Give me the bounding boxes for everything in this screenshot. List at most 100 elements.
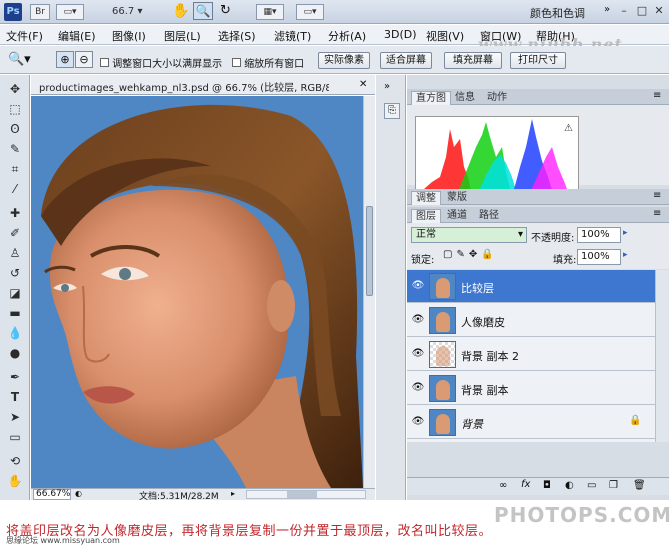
pen-tool-icon[interactable]: ✒ (6, 369, 24, 385)
layers-scrollbar[interactable] (655, 270, 669, 442)
adjustments-panel-menu-icon[interactable]: ≡ (653, 190, 661, 201)
visibility-eye-icon[interactable]: 👁 (411, 279, 425, 293)
lock-all-icon[interactable]: 🔒 (481, 249, 497, 260)
zoom-all-checkbox[interactable] (232, 58, 241, 67)
actual-pixels-button[interactable]: 实际像素 (318, 52, 370, 69)
visibility-eye-icon[interactable]: 👁 (411, 347, 425, 361)
print-size-button[interactable]: 打印尺寸 (510, 52, 566, 69)
add-mask-icon[interactable]: ◘ (543, 480, 551, 491)
workspace-expand-icon[interactable]: » (604, 4, 610, 15)
menu-select[interactable]: 选择(S) (218, 28, 256, 44)
fill-slider-arrow-icon[interactable]: ▸ (623, 250, 628, 260)
resize-windows-checkbox[interactable] (100, 58, 109, 67)
tab-histogram[interactable]: 直方图 (411, 91, 451, 105)
bridge-icon[interactable]: Br (30, 4, 50, 20)
tab-info[interactable]: 信息 (451, 91, 479, 105)
new-group-icon[interactable]: ▭ (587, 480, 596, 491)
layer-style-icon[interactable]: fx (521, 479, 530, 490)
horizontal-scrollbar-thumb[interactable] (287, 491, 317, 498)
blur-tool-icon[interactable]: 💧 (6, 325, 24, 341)
visibility-eye-icon[interactable]: 👁 (411, 313, 425, 327)
move-tool-icon[interactable]: ✥ (6, 81, 24, 97)
lock-position-icon[interactable]: ✥ (469, 249, 481, 260)
hand-tool-icon[interactable]: ✋ (172, 3, 189, 19)
zoom-level[interactable]: 66.7 ▾ (112, 6, 142, 17)
fit-screen-button[interactable]: 适合屏幕 (380, 52, 432, 69)
zoom-all-option[interactable]: 缩放所有窗口 (232, 55, 304, 70)
histogram-panel-menu-icon[interactable]: ≡ (653, 90, 661, 101)
menu-layer[interactable]: 图层(L) (164, 28, 201, 44)
lock-image-icon[interactable]: ✎ (456, 249, 468, 260)
fill-screen-button[interactable]: 填充屏幕 (444, 52, 502, 69)
resize-windows-option[interactable]: 调整窗口大小以满屏显示 (100, 55, 222, 70)
view-extras-icon[interactable]: ▭▾ (56, 4, 84, 20)
zoom-in-icon[interactable]: ⊕ (56, 51, 74, 68)
layer-row[interactable]: 👁 背景 副本 (407, 372, 655, 405)
tab-paths[interactable]: 路径 (475, 209, 503, 223)
close-icon[interactable]: ✕ (651, 3, 667, 19)
path-select-tool-icon[interactable]: ➤ (6, 409, 24, 425)
layer-row[interactable]: 👁 人像磨皮 (407, 304, 655, 337)
dodge-tool-icon[interactable]: ● (6, 345, 24, 361)
menu-edit[interactable]: 编辑(E) (58, 28, 96, 44)
new-layer-icon[interactable]: ❐ (609, 480, 618, 491)
collapse-strip-icon[interactable]: » (384, 81, 390, 92)
scrollbar-thumb[interactable] (366, 206, 373, 296)
clone-stamp-tool-icon[interactable]: ♙ (6, 245, 24, 261)
type-tool-icon[interactable]: T (6, 389, 24, 405)
visibility-eye-icon[interactable]: 👁 (411, 381, 425, 395)
close-document-icon[interactable]: ✕ (359, 79, 367, 90)
layer-row[interactable]: 👁 背景 副本 2 (407, 338, 655, 371)
screen-mode-icon[interactable]: ▭▾ (296, 4, 324, 20)
minimize-icon[interactable]: – (616, 3, 632, 19)
status-preview-icon[interactable]: ◐ (75, 489, 82, 498)
layer-row[interactable]: 👁 背景 🔒 (407, 406, 655, 439)
maximize-icon[interactable]: □ (634, 3, 650, 19)
eyedropper-tool-icon[interactable]: ⁄ (6, 181, 24, 197)
eraser-tool-icon[interactable]: ◪ (6, 285, 24, 301)
zoom-out-icon[interactable]: ⊖ (75, 51, 93, 68)
horizontal-scrollbar[interactable] (246, 490, 366, 499)
hand-tool-sidebar-icon[interactable]: ✋ (6, 473, 24, 489)
link-layers-icon[interactable]: ∞ (499, 480, 507, 491)
3d-rotate-tool-icon[interactable]: ⟲ (6, 453, 24, 469)
tab-layers[interactable]: 图层 (411, 209, 441, 223)
tab-channels[interactable]: 通道 (443, 209, 471, 223)
adjustment-layer-icon[interactable]: ◐ (565, 480, 574, 491)
menu-3d[interactable]: 3D(D) (384, 28, 417, 41)
layers-panel-menu-icon[interactable]: ≡ (653, 208, 661, 219)
zoom-preset-icon[interactable]: 🔍▾ (8, 52, 31, 67)
image-canvas[interactable] (31, 96, 363, 488)
status-menu-arrow-icon[interactable]: ▸ (231, 489, 235, 498)
arrange-documents-icon[interactable]: ▦▾ (256, 4, 284, 20)
gradient-tool-icon[interactable]: ▬ (6, 305, 24, 321)
visibility-eye-icon[interactable]: 👁 (411, 415, 425, 429)
brush-tool-icon[interactable]: ✐ (6, 225, 24, 241)
blend-mode-select[interactable]: 正常 ▾ (411, 227, 527, 243)
layer-row[interactable]: 👁 比较层 (407, 270, 655, 303)
fill-input[interactable]: 100% (577, 249, 621, 265)
document-tab[interactable]: productimages_wehkamp_nl3.psd @ 66.7% (比… (31, 75, 375, 95)
zoom-tool-icon[interactable]: 🔍 (193, 2, 213, 20)
quick-select-tool-icon[interactable]: ✎ (6, 141, 24, 157)
tab-masks[interactable]: 蒙版 (443, 191, 471, 205)
canvas-vertical-scrollbar[interactable] (363, 96, 375, 488)
menu-analysis[interactable]: 分析(A) (328, 28, 366, 44)
shape-tool-icon[interactable]: ▭ (6, 429, 24, 445)
menu-image[interactable]: 图像(I) (112, 28, 146, 44)
tab-adjustments[interactable]: 调整 (411, 191, 441, 205)
history-brush-tool-icon[interactable]: ↺ (6, 265, 24, 281)
opacity-input[interactable]: 100% (577, 227, 621, 243)
marquee-tool-icon[interactable]: ⬚ (6, 101, 24, 117)
rotate-view-icon[interactable]: ↻ (220, 3, 231, 18)
history-panel-icon[interactable]: ⎘ (384, 103, 400, 119)
workspace-switcher[interactable]: 颜色和色调 (530, 5, 585, 21)
menu-file[interactable]: 文件(F) (6, 28, 43, 44)
opacity-slider-arrow-icon[interactable]: ▸ (623, 228, 628, 238)
menu-filter[interactable]: 滤镜(T) (274, 28, 311, 44)
delete-layer-icon[interactable]: 🗑 (633, 480, 646, 491)
menu-view[interactable]: 视图(V) (426, 28, 464, 44)
crop-tool-icon[interactable]: ⌗ (6, 161, 24, 177)
tab-actions[interactable]: 动作 (483, 91, 511, 105)
zoom-percentage-field[interactable]: 66.67% (33, 489, 71, 500)
